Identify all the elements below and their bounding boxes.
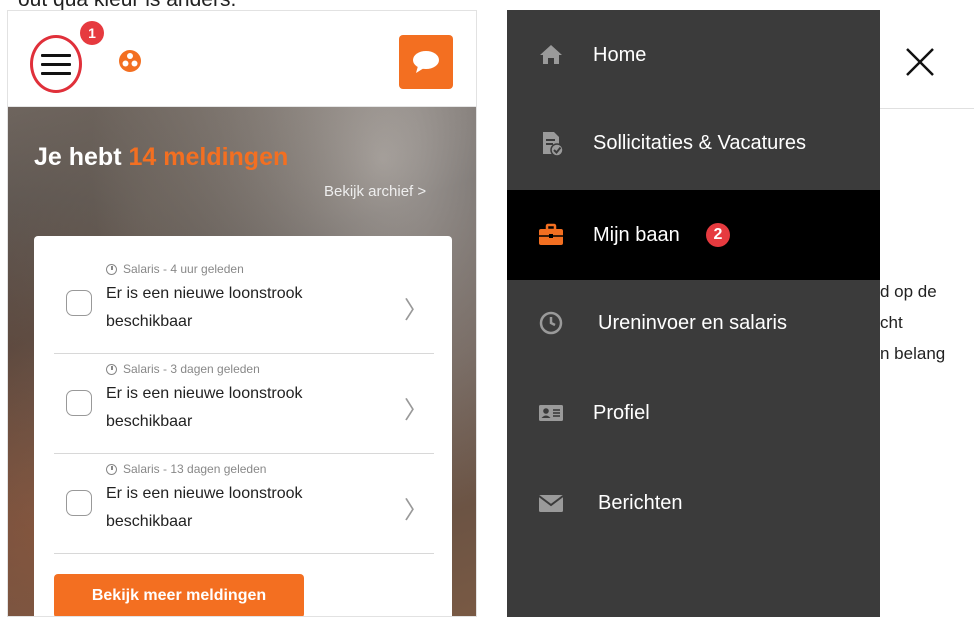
notifications-screen: 1 Je hebt 14 meldingen Bekijk archief > … (7, 10, 477, 617)
background-text: cht (880, 313, 903, 332)
chevron-right-icon: 〉 (404, 496, 428, 524)
notification-meta: Salaris - 13 dagen geleden (106, 462, 266, 476)
notification-text: Er is een nieuwe loonstrook beschikbaar (106, 485, 303, 530)
hamburger-badge: 1 (80, 21, 104, 45)
clock-icon (106, 463, 117, 475)
notifications-card: Salaris - 4 uur geleden Er is een nieuwe… (34, 236, 452, 616)
hamburger-line-icon (41, 71, 71, 75)
menu-item-home[interactable]: Home (507, 10, 880, 100)
menu-item-label: Home (593, 43, 647, 66)
menu-screen: d op de cht n belang Home Sollicitaties … (507, 10, 974, 617)
menu-item-my-job[interactable]: Mijn baan 2 (507, 190, 880, 280)
notification-text: Er is een nieuwe loonstrook beschikbaar (106, 385, 303, 430)
archive-link[interactable]: Bekijk archief > (324, 183, 426, 200)
notification-item[interactable]: Salaris - 13 dagen geleden Er is een nie… (54, 454, 434, 554)
notification-item[interactable]: Salaris - 4 uur geleden Er is een nieuwe… (54, 254, 434, 354)
menu-item-label: Berichten (598, 491, 683, 514)
notification-meta: Salaris - 3 dagen geleden (106, 362, 260, 376)
chevron-right-icon: 〉 (404, 396, 428, 424)
background-page: d op de cht n belang (880, 10, 974, 617)
menu-item-label: Ureninvoer en salaris (598, 311, 787, 334)
menu-item-label: Sollicitaties & Vacatures (593, 131, 807, 154)
hero-title-prefix: Je hebt (34, 143, 122, 171)
notification-meta-text: Salaris - 13 dagen geleden (123, 462, 267, 476)
id-card-icon (539, 405, 563, 421)
briefcase-icon (539, 223, 563, 245)
menu-badge: 2 (706, 223, 730, 247)
chevron-right-icon: 〉 (404, 296, 428, 324)
background-text: d op de (880, 282, 937, 301)
menu-item-applications[interactable]: Sollicitaties & Vacatures (507, 98, 880, 188)
menu-item-hours-salary[interactable]: Ureninvoer en salaris (507, 278, 880, 368)
menu-item-messages[interactable]: Berichten (507, 458, 880, 548)
envelope-icon (538, 495, 564, 512)
hamburger-line-icon (41, 62, 71, 66)
more-notifications-button[interactable]: Bekijk meer meldingen (54, 574, 304, 616)
background-text: n belang (880, 344, 946, 363)
hamburger-menu-button[interactable] (30, 35, 82, 93)
notification-meta: Salaris - 4 uur geleden (106, 262, 244, 276)
side-menu: Home Sollicitaties & Vacatures Mijn baan… (507, 10, 880, 617)
hamburger-line-icon (41, 53, 71, 57)
close-icon[interactable] (904, 46, 936, 78)
chat-button[interactable] (399, 35, 453, 89)
brand-logo-icon (119, 50, 141, 72)
menu-item-label: Profiel (593, 401, 650, 424)
chat-bubble-icon (413, 51, 439, 73)
clock-icon (539, 311, 563, 335)
home-icon (540, 45, 562, 64)
notification-item[interactable]: Salaris - 3 dagen geleden Er is een nieu… (54, 354, 434, 454)
hero-title-count: 14 meldingen (128, 143, 289, 171)
notification-text: Er is een nieuwe loonstrook beschikbaar (106, 285, 303, 330)
hero-title: Je hebt 14 meldingen (34, 143, 288, 172)
notification-meta-text: Salaris - 4 uur geleden (123, 262, 244, 276)
menu-item-profile[interactable]: Profiel (507, 368, 880, 458)
notification-checkbox[interactable] (66, 290, 92, 316)
clock-icon (106, 263, 117, 275)
app-header: 1 (8, 11, 476, 107)
clock-icon (106, 363, 117, 375)
divider (880, 108, 974, 109)
menu-item-label: Mijn baan (593, 223, 680, 246)
document-check-icon (543, 132, 564, 157)
notification-meta-text: Salaris - 3 dagen geleden (123, 362, 260, 376)
notification-checkbox[interactable] (66, 390, 92, 416)
notification-checkbox[interactable] (66, 490, 92, 516)
